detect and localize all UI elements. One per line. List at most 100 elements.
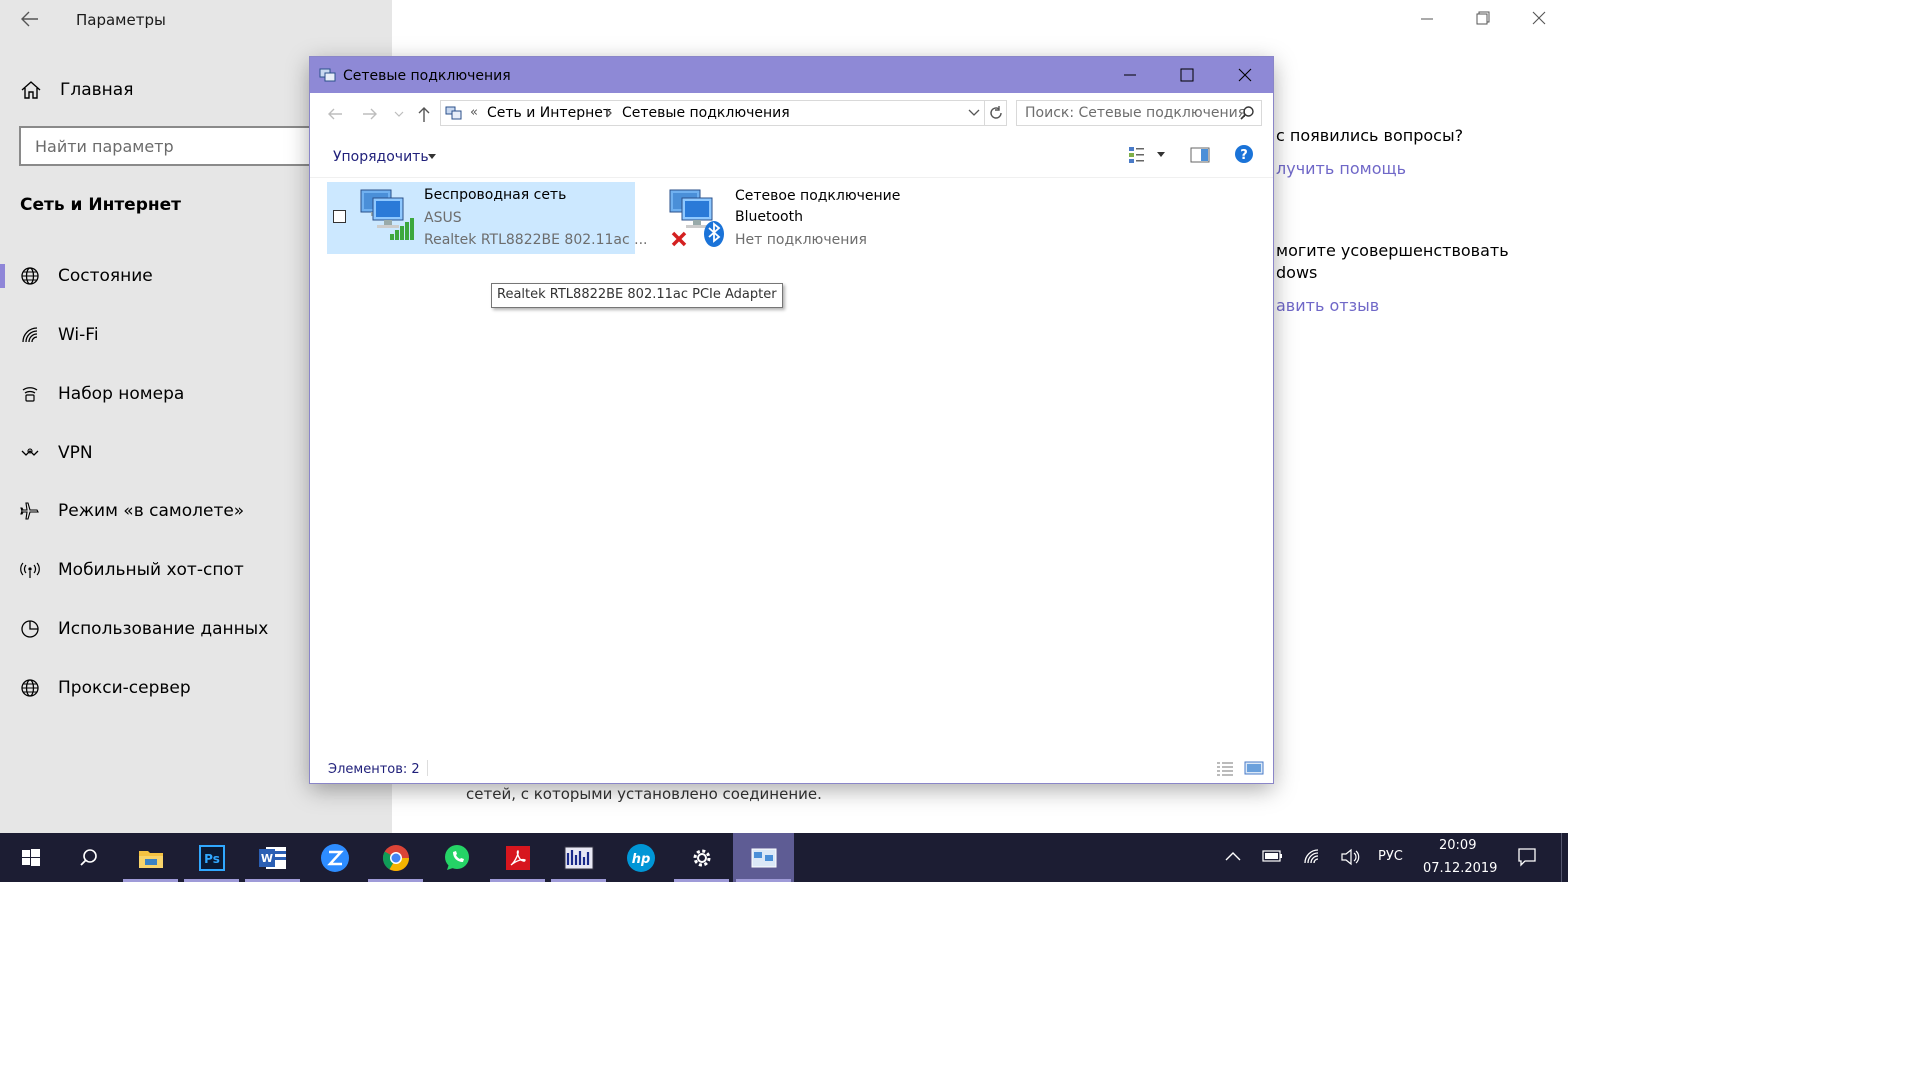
settings-search-input[interactable]: Найти параметр [19,126,319,166]
network-connections-window: Сетевые подключения « Сеть и Интернет Се… [310,57,1273,783]
restore-icon[interactable] [1475,10,1491,26]
home-label: Главная [60,80,134,100]
details-view-icon[interactable] [1216,760,1234,776]
adapter-tooltip: Realtek RTL8822BE 802.11ac PCIe Adapter [491,283,783,308]
svg-text:hp: hp [631,852,650,867]
volume-icon[interactable] [1340,848,1360,866]
connection-status: Нет подключения [735,232,867,248]
maximize-icon[interactable] [1179,67,1195,83]
feedback-link[interactable]: авить отзыв [1276,296,1379,315]
questions-heading: с появились вопросы? [1276,126,1464,145]
status-description: сетей, с которыми установлено соединение… [466,785,822,803]
airplane-icon [0,501,58,521]
change-view-icon[interactable] [1127,145,1147,165]
clock-date[interactable]: 07.12.2019 [1423,861,1497,876]
settings-icon[interactable] [671,833,732,882]
selection-checkbox[interactable] [333,210,346,223]
window-titlebar[interactable]: Сетевые подключения [310,57,1273,93]
close-icon[interactable] [1531,10,1547,26]
globe-icon [0,678,58,698]
connection-name: Сетевое подключение [735,188,901,204]
command-bar: Упорядочить ? [310,135,1273,178]
file-explorer-icon[interactable] [120,833,181,882]
nav-label: VPN [58,443,93,463]
explorer-search-input[interactable]: Поиск: Сетевые подключения [1016,100,1262,126]
get-help-link[interactable]: лучить помощь [1276,159,1406,178]
home-nav-item[interactable]: Главная [20,78,133,102]
breadcrumb-overflow[interactable]: « [470,105,478,120]
connection-tile-wireless[interactable]: Беспроводная сеть ASUS Realtek RTL8822BE… [327,182,648,254]
address-divider [984,101,985,125]
improve-text-line1: могите усовершенствовать [1276,241,1509,260]
taskbar: Ps W hp РУС 20:09 07.12.2019 [0,833,1568,882]
svg-text:?: ? [1240,148,1248,163]
svg-text:W: W [260,852,272,865]
hp-icon[interactable]: hp [610,833,671,882]
organize-button[interactable]: Упорядочить [333,149,429,165]
wifi-icon [0,325,58,345]
app-icon[interactable] [548,833,609,882]
preview-pane-icon[interactable] [1190,146,1210,164]
close-icon[interactable] [1237,67,1253,83]
recent-locations-chevron-icon[interactable] [394,110,404,118]
show-desktop-button[interactable] [1561,833,1562,882]
window-title: Сетевые подключения [343,68,511,84]
svg-text:Ps: Ps [204,852,220,866]
nav-label: Wi-Fi [58,325,99,345]
acrobat-icon[interactable] [487,833,548,882]
show-hidden-icons-icon[interactable] [1224,850,1242,862]
photoshop-icon[interactable]: Ps [181,833,242,882]
back-arrow-icon[interactable] [20,10,42,30]
zoom-icon[interactable] [304,833,365,882]
help-icon[interactable]: ? [1234,144,1254,164]
breadcrumb-item-connections[interactable]: Сетевые подключения [622,105,790,121]
word-icon[interactable]: W [242,833,303,882]
large-icons-view-icon[interactable] [1244,760,1264,776]
vpn-icon [0,443,58,463]
connection-network: ASUS [424,210,462,226]
view-dropdown-icon[interactable] [1157,152,1165,158]
status-divider [427,760,428,776]
input-language[interactable]: РУС [1378,849,1403,864]
battery-icon[interactable] [1262,849,1284,863]
search-icon[interactable] [1239,105,1255,121]
network-connections-icon[interactable] [733,833,794,882]
breadcrumb-separator-icon [605,107,613,119]
breadcrumb-item-network[interactable]: Сеть и Интернет [487,105,611,121]
minimize-icon[interactable] [1122,67,1138,83]
refresh-icon[interactable] [988,105,1004,121]
clock-time[interactable]: 20:09 [1439,838,1476,853]
connection-adapter: Realtek RTL8822BE 802.11ac ... [424,232,648,248]
chrome-icon[interactable] [365,833,426,882]
address-bar[interactable]: « Сеть и Интернет Сетевые подключения [440,100,1007,126]
up-arrow-icon[interactable] [416,105,432,123]
back-arrow-icon[interactable] [326,106,344,122]
nav-label: Прокси-сервер [58,678,191,698]
globe-icon [0,266,58,286]
minimize-icon[interactable] [1419,10,1435,26]
nav-label: Набор номера [58,384,185,404]
nav-label: Использование данных [58,619,269,639]
wireless-network-icon [357,186,417,244]
dialup-icon [0,384,58,404]
nav-label: Мобильный хот-спот [58,560,244,580]
section-title: Сеть и Интернет [20,195,182,215]
wifi-tray-icon[interactable] [1302,847,1322,865]
item-count: Элементов: 2 [328,762,420,777]
start-icon[interactable] [0,833,61,882]
organize-dropdown-icon[interactable] [428,154,436,160]
network-folder-icon [445,105,463,121]
forward-arrow-icon[interactable] [361,106,379,122]
hotspot-icon [0,560,58,580]
bluetooth-network-icon [666,186,728,250]
data-usage-icon [0,619,58,639]
address-dropdown-icon[interactable] [968,109,980,117]
connection-tile-bluetooth[interactable]: Сетевое подключение Bluetooth Нет подклю… [662,182,962,254]
connection-name: Беспроводная сеть [424,187,567,203]
home-icon [20,80,42,100]
action-center-icon[interactable] [1517,847,1537,867]
nav-label: Состояние [58,266,153,286]
whatsapp-icon[interactable] [426,833,487,882]
search-icon[interactable] [58,833,119,882]
improve-text-line2: dows [1276,263,1318,282]
